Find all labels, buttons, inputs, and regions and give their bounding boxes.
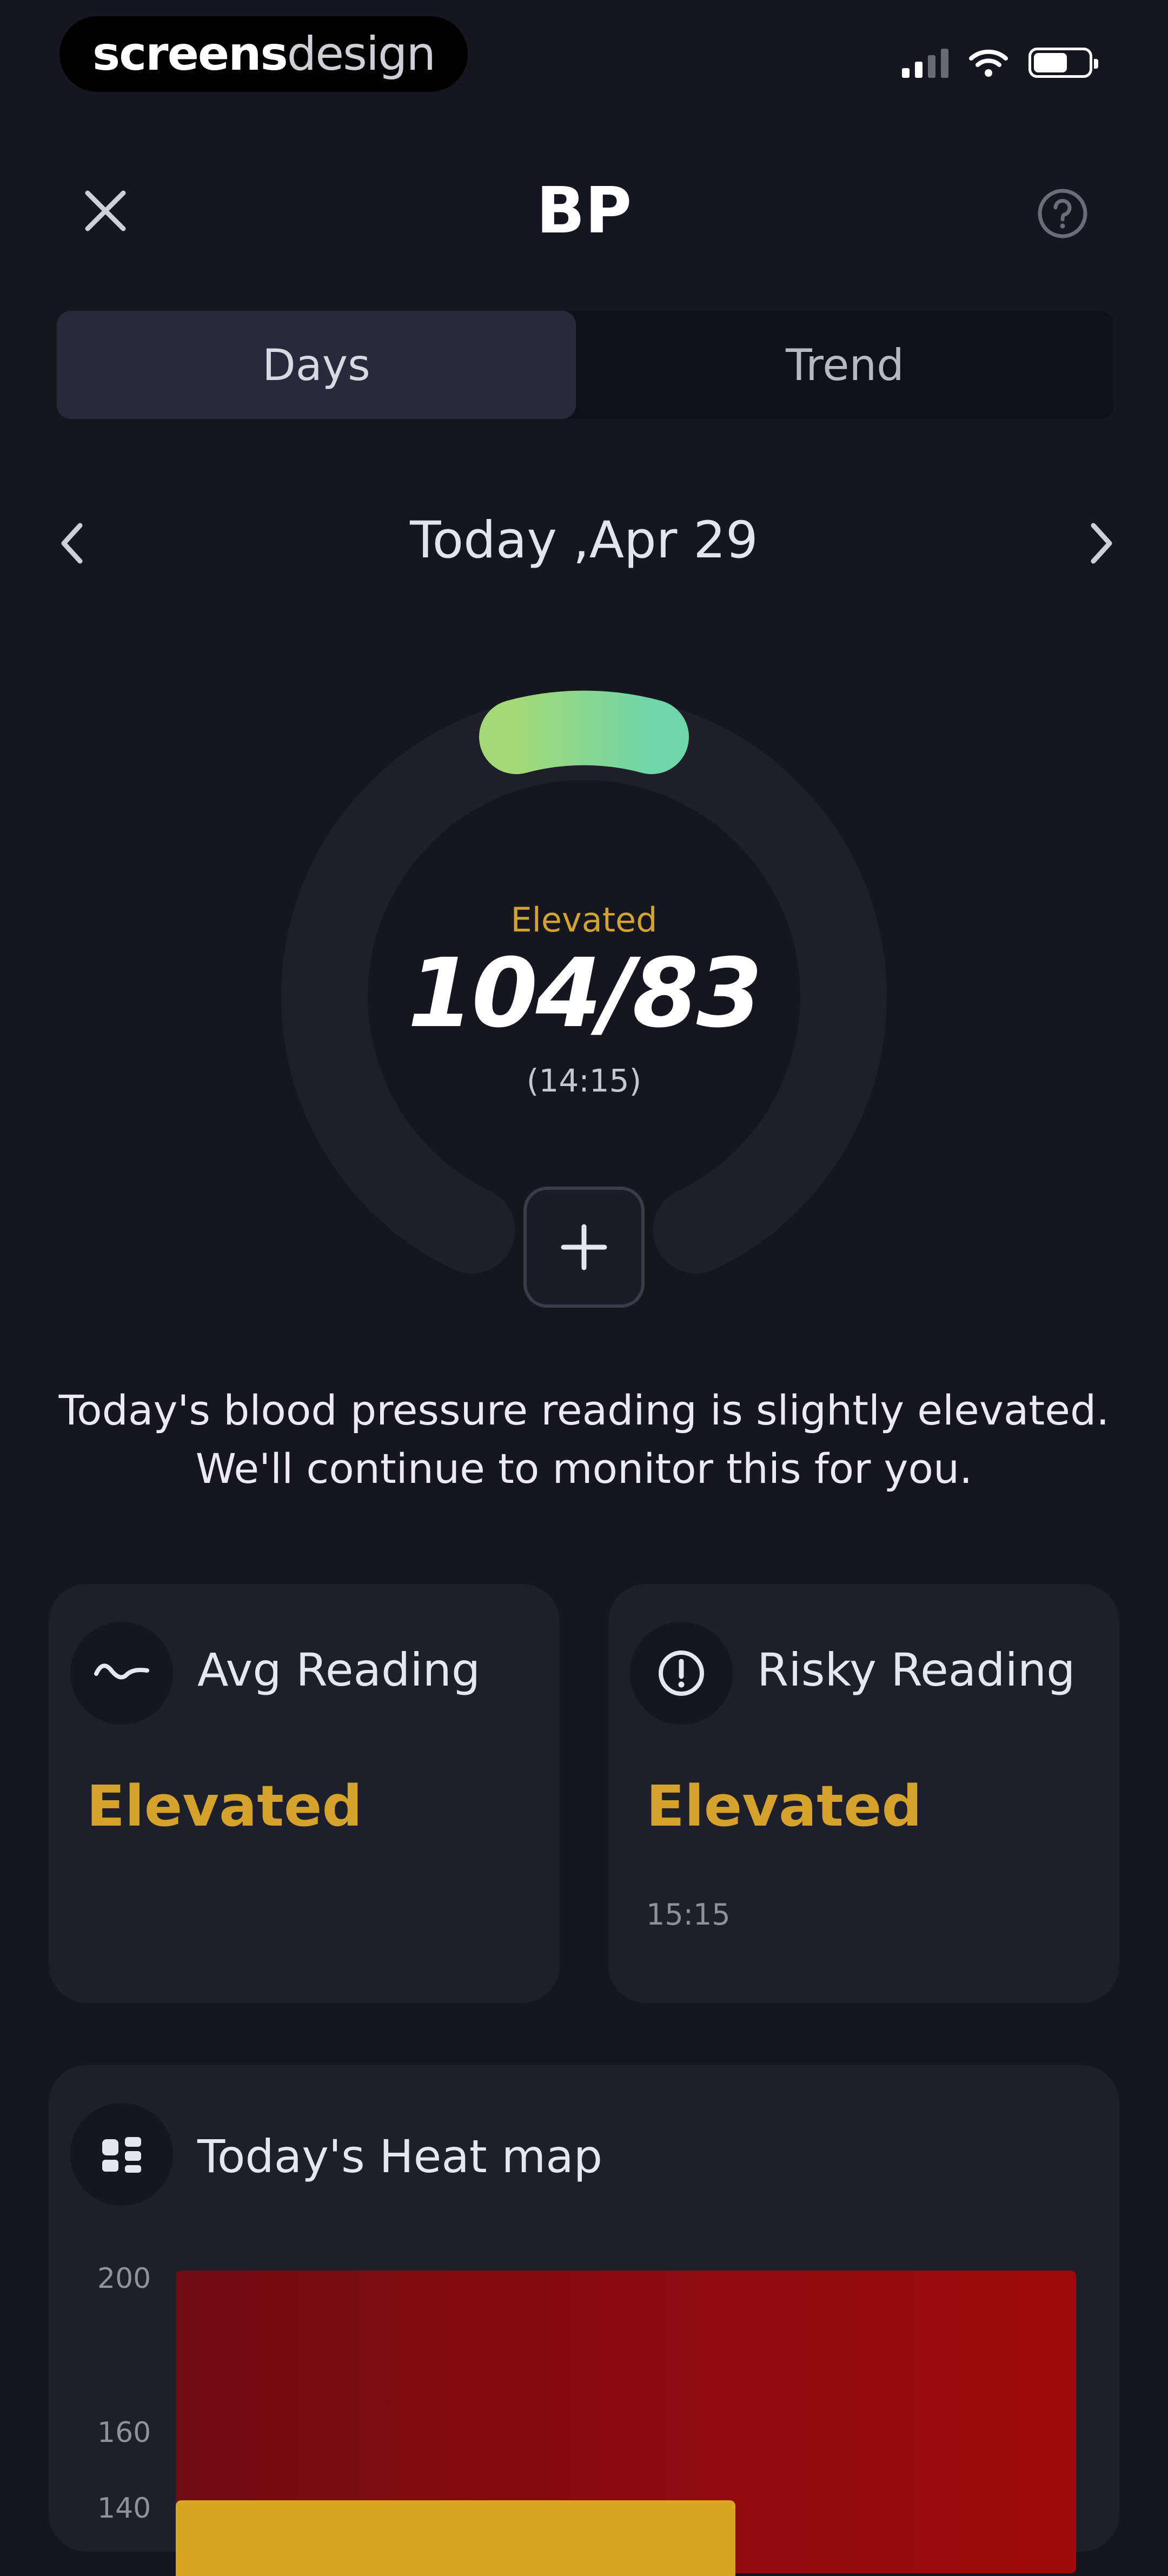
risky-reading-time: 15:15 [646,1898,731,1932]
heatmap-y-tick: 160 [97,2417,151,2449]
heatmap-elevated-zone [176,2500,735,2576]
heatmap-card: Today's Heat map 200 160 140 [49,2065,1119,2576]
tab-trend[interactable]: Trend [576,311,1114,419]
plus-icon [561,1224,607,1270]
heatmap-y-tick: 140 [97,2492,151,2525]
alert-shield-icon [630,1622,733,1725]
battery-icon [1028,48,1098,78]
gauge-indicator [479,690,689,774]
avg-reading-value: Elevated [87,1773,362,1839]
risky-reading-label: Risky Reading [757,1643,1076,1696]
wifi-icon [969,49,1008,77]
description-line-1: Today's blood pressure reading is slight… [58,1386,1110,1434]
avg-reading-card[interactable]: Avg Reading Elevated [49,1584,560,2003]
reading-status: Elevated [510,900,658,940]
description-line-2: We'll continue to monitor this for you. [195,1445,973,1493]
brand-text-light: design [287,27,436,81]
chevron-right-icon[interactable] [1076,514,1125,573]
brand-text-bold: screens [92,27,288,81]
segmented-control: Days Trend [57,311,1114,419]
add-reading-button[interactable] [523,1187,645,1308]
reading-time: (14:15) [526,1062,642,1099]
risky-reading-card[interactable]: Risky Reading Elevated 15:15 [608,1584,1119,2003]
bp-reading-value: 104/83 [407,938,763,1049]
reading-description: Today's blood pressure reading is slight… [54,1381,1114,1498]
page-title: BP [536,173,632,248]
risky-reading-value: Elevated [646,1773,922,1839]
brand-watermark: screens design [59,16,468,92]
pulse-wave-icon [70,1622,173,1725]
heatmap-grid-icon [70,2103,173,2206]
tab-days[interactable]: Days [57,311,576,419]
cellular-signal-icon [902,48,948,78]
heatmap-y-tick: 200 [97,2262,151,2295]
date-label: Today ,Apr 29 [410,511,758,570]
help-icon[interactable] [1033,184,1092,243]
avg-reading-label: Avg Reading [197,1643,481,1696]
heatmap-title: Today's Heat map [197,2130,603,2183]
status-icons [902,48,1098,78]
